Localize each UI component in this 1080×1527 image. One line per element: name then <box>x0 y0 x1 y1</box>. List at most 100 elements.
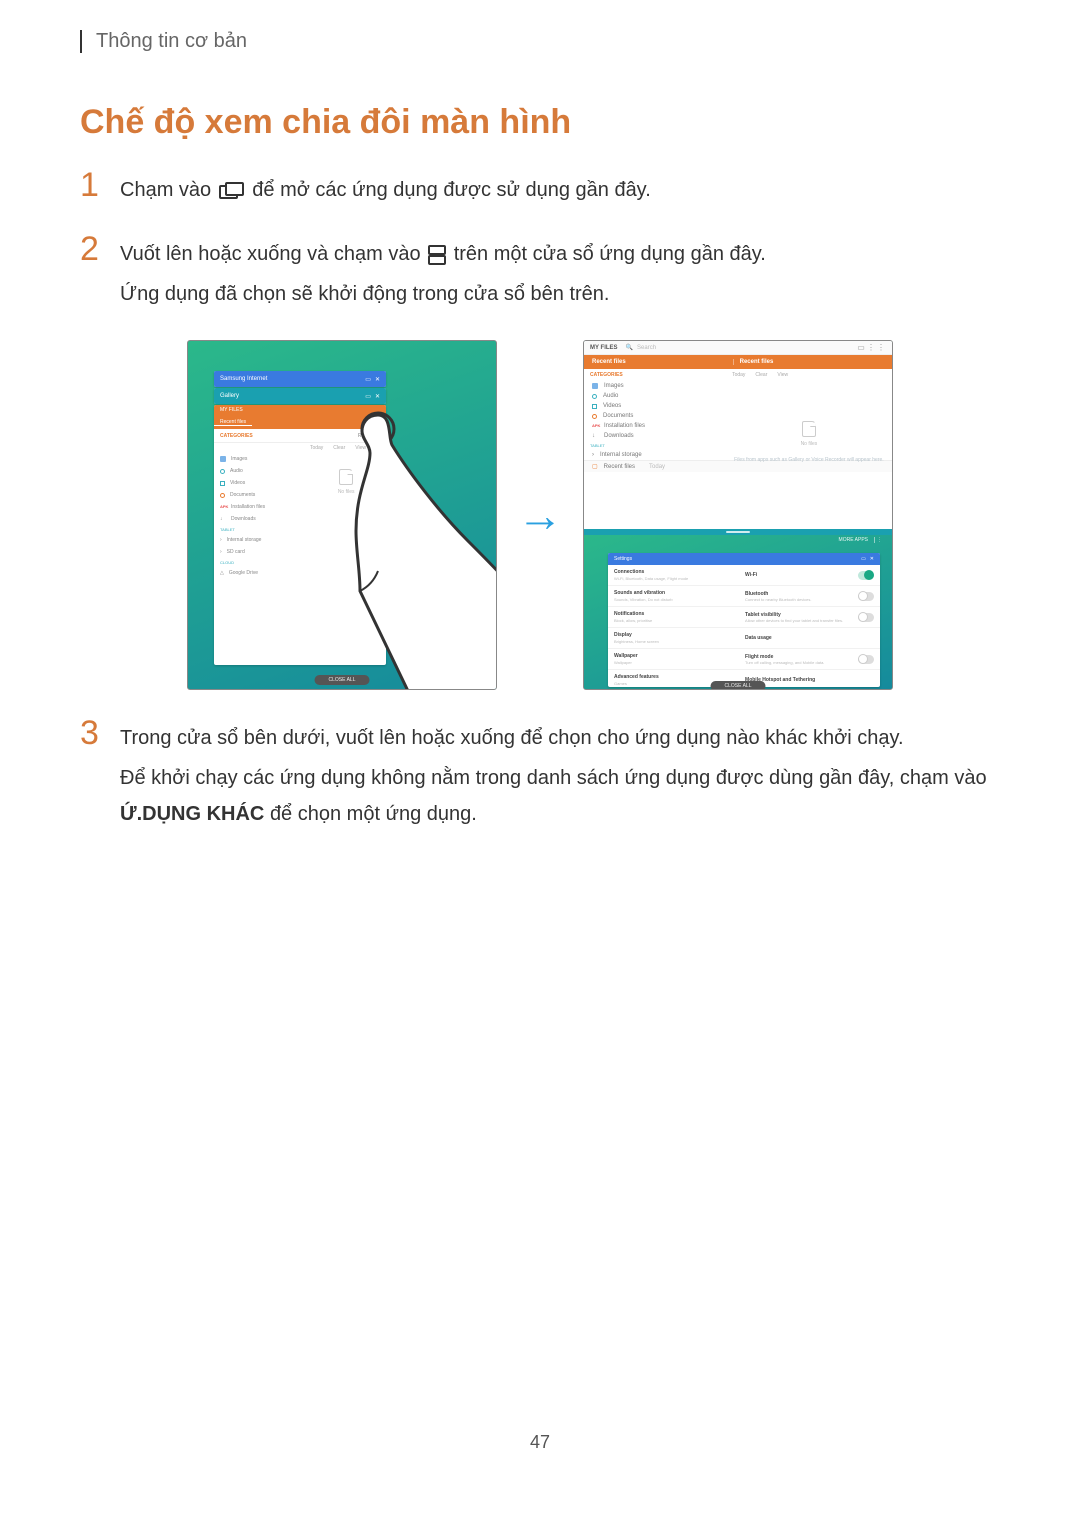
step1-after: để mở các ứng dụng được sử dụng gần đây. <box>252 179 650 201</box>
categories-label: CATEGORIES <box>214 433 303 439</box>
search-placeholder: Search <box>637 345 856 351</box>
step-text: Trong cửa sổ bên dưới, vuốt lên hoặc xuố… <box>120 720 1000 832</box>
col: View <box>777 372 788 378</box>
cat-docs: Documents <box>230 492 255 498</box>
split-top-pane: MY FILES 🔍 Search ▭ ⋮ ⋮ Recent files Rec… <box>584 341 892 529</box>
arrow-icon: › <box>220 549 222 555</box>
myfiles-topbar: MY FILES <box>220 407 243 413</box>
cloud-icon: △ <box>220 570 224 576</box>
device-left: Samsung Internet▭✕ Gallery▭✕ MY FILES Re… <box>187 340 497 690</box>
audio-icon <box>220 469 225 474</box>
col: Today <box>732 372 745 378</box>
tab-recent-right: Recent files <box>733 359 892 365</box>
documents-icon <box>592 414 597 419</box>
recent-app-card: Gallery▭✕ <box>214 388 386 404</box>
setting-left-sub: Wi-Fi, Bluetooth, Data usage, Flight mod… <box>614 576 733 581</box>
split-screen-icon <box>428 245 446 265</box>
tab-recent: Recent files <box>584 359 733 365</box>
app-title: Gallery <box>220 393 239 399</box>
setting-right-sub: Connect to nearby Bluetooth devices. <box>745 597 858 602</box>
setting-left-title: Wallpaper <box>614 653 733 659</box>
recent-app-card: Samsung Internet▭✕ <box>214 371 386 387</box>
step-3: 3 Trong cửa sổ bên dưới, vuốt lên hoặc x… <box>80 720 1000 832</box>
setting-right-title: Wi-Fi <box>745 572 858 578</box>
step3-line1: Trong cửa sổ bên dưới, vuốt lên hoặc xuố… <box>120 727 904 749</box>
more-icon: ⋮ <box>876 343 886 352</box>
cat: Documents <box>603 413 633 419</box>
toggle <box>858 592 874 601</box>
setting-left-title: Sounds and vibration <box>614 590 733 596</box>
no-files-label: No files <box>732 441 886 447</box>
search-icon: 🔍 <box>626 344 633 351</box>
step3-bold: Ứ.DỤNG KHÁC <box>120 803 264 825</box>
step-number: 3 <box>80 716 120 750</box>
step3-line2-after: để chọn một ứng dụng. <box>270 803 477 825</box>
cat: Installation files <box>604 423 645 429</box>
setting-left-sub: Sounds, Vibration, Do not disturb <box>614 597 733 602</box>
images-icon <box>592 383 598 389</box>
page-title: Chế độ xem chia đôi màn hình <box>80 103 1000 142</box>
settings-row: ConnectionsWi-Fi, Bluetooth, Data usage,… <box>608 565 880 586</box>
section-header: Thông tin cơ bản <box>96 30 1000 53</box>
right-panel: No files <box>310 443 382 657</box>
no-files-label: No files <box>310 489 382 495</box>
cat: Videos <box>603 403 621 409</box>
audio-icon <box>592 394 597 399</box>
download-icon: ↓ <box>592 433 598 439</box>
close-all-button: CLOSE ALL <box>315 675 370 685</box>
split-icon: ▭ <box>856 343 866 352</box>
more-apps-label: MORE APPS⋮ <box>839 537 882 543</box>
no-files-hint: Files from apps such as Gallery or Voice… <box>732 457 886 463</box>
step-2: 2 Vuốt lên hoặc xuống và chạm vào trên m… <box>80 236 1000 312</box>
cat: Downloads <box>604 433 634 439</box>
download-icon: ↓ <box>220 516 226 522</box>
cat-images: Images <box>231 456 247 462</box>
device-right: MY FILES 🔍 Search ▭ ⋮ ⋮ Recent files Rec… <box>583 340 893 690</box>
folder-icon: ▢ <box>592 463 598 470</box>
step2-before: Vuốt lên hoặc xuống và chạm vào <box>120 243 426 265</box>
toggle <box>858 613 874 622</box>
recent-app-card-myfiles: MY FILES Recent files CATEGORIES Recent … <box>214 405 386 665</box>
toggle <box>858 571 874 580</box>
settings-row: Sounds and vibrationSounds, Vibration, D… <box>608 586 880 607</box>
cat-video: Videos <box>230 480 245 486</box>
cat-install: Installation files <box>231 504 265 510</box>
apk-icon: APK <box>220 504 226 510</box>
close-all-button: CLOSE ALL <box>711 681 766 690</box>
setting-right-sub: Turn off calling, messaging, and Mobile … <box>745 660 858 665</box>
col: Clear <box>755 372 767 378</box>
setting-left-title: Display <box>614 632 733 638</box>
setting-left-title: Connections <box>614 569 733 575</box>
cat-audio: Audio <box>230 468 243 474</box>
step-1: 1 Chạm vào để mở các ứng dụng được sử dụ… <box>80 172 1000 208</box>
setting-right-sub: Allow other devices to find your tablet … <box>745 618 858 623</box>
instruction-figure: Samsung Internet▭✕ Gallery▭✕ MY FILES Re… <box>80 340 1000 690</box>
images-icon <box>220 456 226 462</box>
recentfiles-head: Recent files <box>303 433 386 439</box>
arrow-icon: › <box>220 537 222 543</box>
apk-icon: APK <box>592 423 598 429</box>
more-icon: ⋮ <box>866 343 876 352</box>
step3-line2-before: Để khởi chạy các ứng dụng không nằm tron… <box>120 767 987 789</box>
tab-recent: Recent files <box>214 419 252 426</box>
sd-card: SD card <box>227 549 245 555</box>
video-icon <box>220 481 225 486</box>
settings-row: WallpaperWallpaperFlight modeTurn off ca… <box>608 649 880 670</box>
gdrive: Google Drive <box>229 570 258 576</box>
page-number: 47 <box>80 1432 1000 1453</box>
step-text: Vuốt lên hoặc xuống và chạm vào trên một… <box>120 236 1000 312</box>
setting-left-title: Advanced features <box>614 674 733 680</box>
settings-card: Settings▭✕ ConnectionsWi-Fi, Bluetooth, … <box>608 553 880 687</box>
settings-title: Settings <box>614 556 632 562</box>
setting-left-sub: Brightness, Home screen <box>614 639 733 644</box>
internal-storage: Internal storage <box>600 452 642 458</box>
step1-before: Chạm vào <box>120 179 217 201</box>
file-icon <box>802 421 816 437</box>
setting-right-title: Data usage <box>745 635 874 641</box>
cat: Audio <box>603 393 618 399</box>
setting-left-title: Notifications <box>614 611 733 617</box>
cat: Images <box>604 383 624 389</box>
app-title: Samsung Internet <box>220 376 267 382</box>
recent-apps-icon <box>219 182 245 200</box>
arrow-icon: › <box>592 452 594 458</box>
